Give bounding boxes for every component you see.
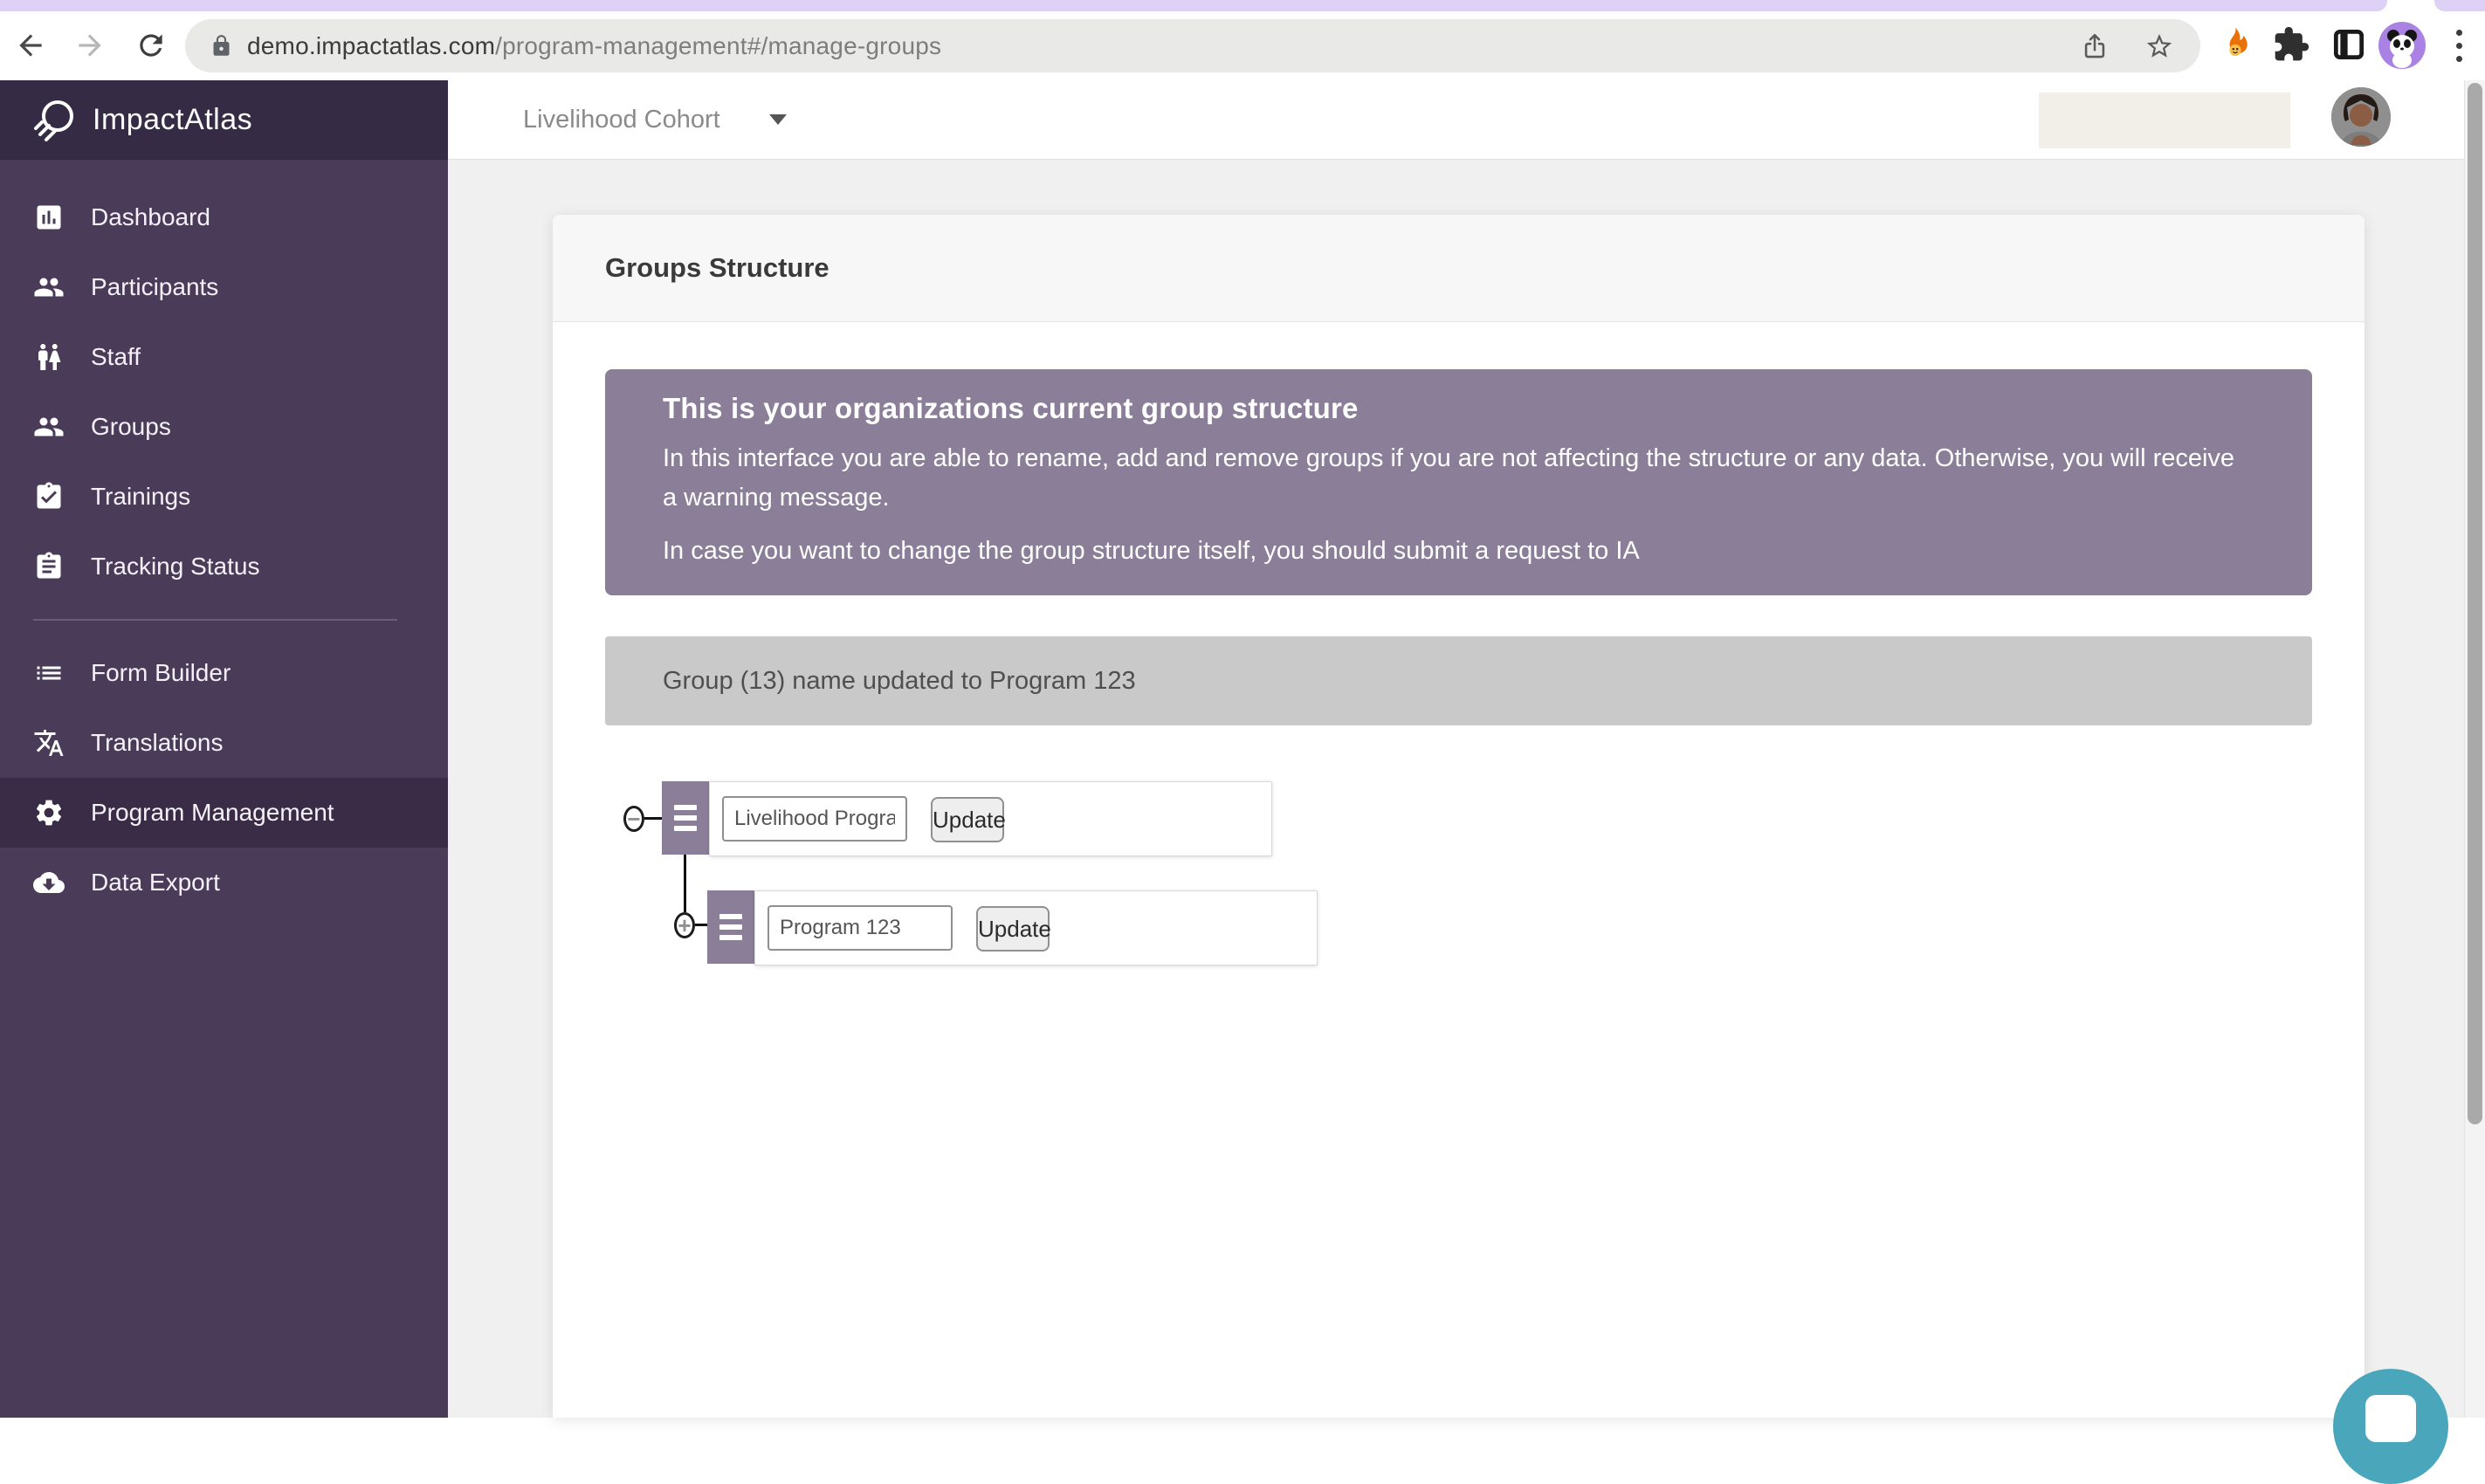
- main-content: Groups Structure This is your organizati…: [448, 160, 2485, 1418]
- sidebar-toggle-icon[interactable]: [2330, 25, 2368, 64]
- browser-tab[interactable]: [0, 0, 2387, 11]
- sidebar-item-label: Trainings: [91, 483, 191, 510]
- bookmark-star-icon[interactable]: [2144, 31, 2174, 61]
- sidebar: ImpactAtlas Dashboard Participants Staff…: [0, 80, 448, 1418]
- browser-tab-strip: [0, 0, 2485, 11]
- forward-button[interactable]: [73, 29, 107, 62]
- sidebar-item-label: Groups: [91, 413, 171, 440]
- staff-icon: [38, 344, 61, 370]
- avatar[interactable]: [2331, 87, 2391, 147]
- info-banner-title: This is your organizations current group…: [663, 392, 1359, 424]
- sidebar-item-label: Data Export: [91, 869, 220, 896]
- chat-widget-button[interactable]: [2333, 1369, 2448, 1484]
- card-header: Groups Structure: [553, 215, 2365, 322]
- group-tree: − Update + Update: [605, 781, 2312, 991]
- drag-handle-icon[interactable]: [707, 890, 754, 964]
- extensions-puzzle-icon[interactable]: [2272, 25, 2310, 64]
- status-message-text: Group (13) name updated to Program 123: [663, 666, 1136, 695]
- sidebar-item-form-builder[interactable]: Form Builder: [0, 638, 448, 708]
- browser-toolbar: demo.impactatlas.com/program-management#…: [0, 11, 2485, 80]
- group-row: Update: [709, 781, 1272, 856]
- browser-tab-edge[interactable]: [2434, 0, 2485, 11]
- tree-connector: [644, 817, 662, 820]
- data-export-icon: [33, 872, 65, 893]
- drag-handle-icon[interactable]: [662, 781, 709, 855]
- update-button[interactable]: Update: [931, 797, 1006, 842]
- sidebar-item-staff[interactable]: Staff: [0, 322, 448, 392]
- scrollbar-thumb[interactable]: [2468, 83, 2482, 1124]
- url-domain: demo.impactatlas.com: [247, 31, 496, 59]
- info-banner-line1: In this interface you are able to rename…: [663, 444, 2235, 512]
- lock-icon: [213, 35, 230, 56]
- info-banner: This is your organizations current group…: [605, 369, 2312, 595]
- sidebar-item-label: Tracking Status: [91, 553, 260, 580]
- browser-menu-icon[interactable]: [2455, 30, 2462, 65]
- sidebar-item-data-export[interactable]: Data Export: [0, 848, 448, 917]
- expand-toggle[interactable]: +: [674, 912, 695, 938]
- tree-connector: [684, 855, 686, 912]
- participants-icon: [34, 278, 64, 297]
- sidebar-item-label: Participants: [91, 273, 219, 300]
- sidebar-item-label: Form Builder: [91, 659, 231, 686]
- info-banner-line2: In case you want to change the group str…: [663, 537, 1640, 565]
- sidebar-item-trainings[interactable]: Trainings: [0, 462, 448, 532]
- reload-button[interactable]: [134, 29, 168, 62]
- url-path: /program-management#/manage-groups: [495, 31, 942, 59]
- app-header: Livelihood Cohort: [448, 80, 2485, 160]
- translations-icon: [34, 730, 64, 756]
- url-bar[interactable]: demo.impactatlas.com/program-management#…: [185, 19, 2200, 72]
- sidebar-item-label: Program Management: [91, 799, 334, 826]
- groups-structure-card: Groups Structure This is your organizati…: [553, 215, 2365, 1418]
- logo-text: ImpactAtlas: [93, 103, 253, 136]
- group-name-input[interactable]: [722, 796, 907, 842]
- chevron-down-icon: [768, 114, 787, 125]
- group-row: Update: [754, 890, 1318, 965]
- impactatlas-logo-icon: [34, 100, 73, 141]
- sidebar-item-label: Translations: [91, 729, 224, 756]
- sidebar-item-tracking-status[interactable]: Tracking Status: [0, 532, 448, 601]
- sidebar-logo[interactable]: ImpactAtlas: [0, 80, 448, 160]
- form-builder-icon: [37, 666, 61, 680]
- flame-extension-icon[interactable]: [2216, 25, 2254, 64]
- cohort-selector-label: Livelihood Cohort: [523, 105, 720, 134]
- program-management-icon: [36, 800, 62, 826]
- tracking-status-icon: [37, 552, 61, 579]
- sidebar-item-label: Staff: [91, 343, 141, 370]
- url-text: demo.impactatlas.com/program-management#…: [247, 32, 941, 60]
- sidebar-item-participants[interactable]: Participants: [0, 252, 448, 322]
- browser-profile-avatar[interactable]: [2378, 22, 2426, 69]
- tree-connector: [695, 924, 707, 926]
- sidebar-item-translations[interactable]: Translations: [0, 708, 448, 778]
- group-name-input[interactable]: [768, 905, 953, 951]
- collapse-toggle[interactable]: −: [623, 806, 644, 832]
- sidebar-item-groups[interactable]: Groups: [0, 392, 448, 462]
- sidebar-divider: [33, 619, 397, 621]
- status-message: Group (13) name updated to Program 123: [605, 636, 2312, 725]
- trainings-icon: [37, 482, 61, 509]
- user-name-placeholder: [2039, 93, 2290, 148]
- cohort-selector[interactable]: Livelihood Cohort: [523, 80, 787, 159]
- sidebar-item-dashboard[interactable]: Dashboard: [0, 182, 448, 252]
- sidebar-item-program-management[interactable]: Program Management: [0, 778, 448, 848]
- dashboard-icon: [37, 205, 61, 230]
- page-title: Groups Structure: [605, 252, 829, 283]
- back-button[interactable]: [14, 29, 47, 62]
- sidebar-item-label: Dashboard: [91, 203, 210, 230]
- sidebar-nav: Dashboard Participants Staff Groups Trai…: [0, 160, 448, 917]
- groups-icon: [34, 417, 64, 436]
- share-icon[interactable]: [2080, 31, 2110, 61]
- update-button[interactable]: Update: [976, 906, 1051, 952]
